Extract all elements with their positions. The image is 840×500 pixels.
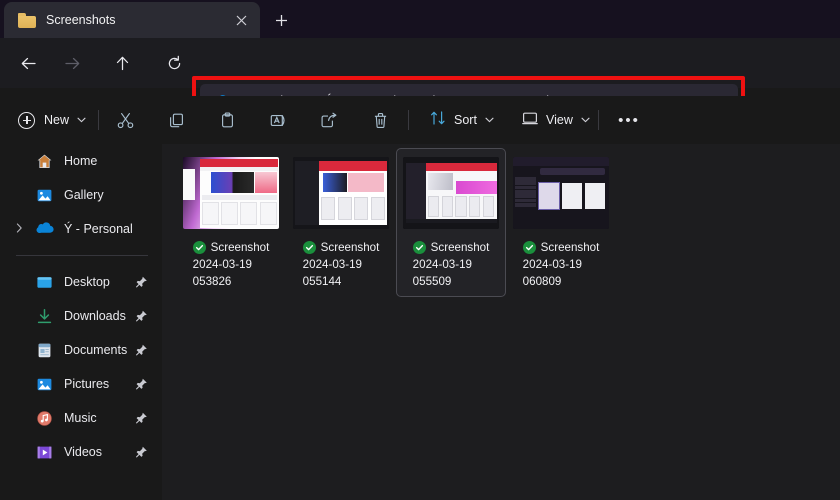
sync-status-icon <box>192 241 206 254</box>
file-name: Screenshot 2024-03-19 055509 <box>412 239 489 290</box>
plus-icon <box>18 111 35 129</box>
pin-icon[interactable] <box>135 344 148 357</box>
folder-icon <box>18 12 36 28</box>
more-options-button[interactable]: ••• <box>613 106 645 134</box>
view-label: View <box>546 113 573 127</box>
file-name-line: 2024-03-19 <box>302 258 362 271</box>
videos-icon <box>36 444 53 461</box>
sidebar-item-downloads[interactable]: Downloads <box>6 299 156 333</box>
up-arrow-icon[interactable] <box>108 49 136 77</box>
file-tile[interactable]: Screenshot 2024-03-19 053826 <box>176 148 286 297</box>
navigation-bar: OneDrive › Ý - Personal › Pictures › Scr… <box>0 38 840 125</box>
sidebar-label: Ý - Personal <box>64 222 133 236</box>
view-icon <box>522 110 538 131</box>
new-tab-button[interactable] <box>268 7 294 33</box>
view-button[interactable]: View <box>515 106 597 134</box>
close-icon[interactable] <box>230 9 252 31</box>
copy-icon[interactable] <box>161 106 191 134</box>
chevron-down-icon <box>77 115 86 125</box>
sort-button[interactable]: Sort <box>423 106 501 134</box>
file-name-line: 055509 <box>412 275 452 288</box>
refresh-icon[interactable] <box>160 49 188 77</box>
cut-icon[interactable] <box>110 106 140 134</box>
pin-icon[interactable] <box>135 378 148 391</box>
forward-arrow-icon <box>58 49 86 77</box>
documents-icon <box>36 342 53 359</box>
share-icon[interactable] <box>314 106 344 134</box>
sidebar-label: Downloads <box>64 309 126 323</box>
file-name: Screenshot 2024-03-19 055144 <box>302 239 379 290</box>
tab-label: Screenshots <box>46 13 116 27</box>
file-explorer-window: Screenshots New Sort View ••• Home Galle… <box>0 0 840 500</box>
toolbar-divider <box>598 110 599 130</box>
sidebar-item-personal[interactable]: Ý - Personal <box>6 212 156 246</box>
sync-status-icon <box>522 241 536 254</box>
toolbar-divider <box>408 110 409 130</box>
back-arrow-icon[interactable] <box>14 49 42 77</box>
title-bar: Screenshots <box>0 0 840 38</box>
sync-status-icon <box>412 241 426 254</box>
gallery-icon <box>36 187 53 204</box>
sidebar-label: Documents <box>64 343 128 357</box>
file-thumbnail <box>403 157 499 229</box>
tab-screenshots[interactable]: Screenshots <box>4 2 260 38</box>
file-list-area[interactable]: Screenshot 2024-03-19 053826 Screenshot … <box>162 144 840 500</box>
sidebar-item-desktop[interactable]: Desktop <box>6 265 156 299</box>
chevron-down-icon <box>485 115 494 125</box>
sidebar-item-home[interactable]: Home <box>6 144 156 178</box>
downloads-icon <box>36 308 53 325</box>
rename-icon[interactable] <box>263 106 293 134</box>
sidebar-label: Videos <box>64 445 102 459</box>
sync-status-icon <box>302 241 316 254</box>
music-icon <box>36 410 53 427</box>
file-thumbnail <box>183 157 279 229</box>
chevron-down-icon <box>581 115 590 125</box>
onedrive-cloud-icon <box>36 221 54 238</box>
sidebar-item-music[interactable]: Music <box>6 401 156 435</box>
file-name-line: 2024-03-19 <box>522 258 582 271</box>
home-icon <box>36 153 53 170</box>
paste-icon[interactable] <box>212 106 242 134</box>
pin-icon[interactable] <box>135 310 148 323</box>
file-tile[interactable]: Screenshot 2024-03-19 060809 <box>506 148 616 297</box>
file-thumbnail <box>513 157 609 229</box>
sort-label: Sort <box>454 113 477 127</box>
pin-icon[interactable] <box>135 412 148 425</box>
file-name-line: 053826 <box>192 275 232 288</box>
delete-icon[interactable] <box>365 106 395 134</box>
file-name-line: 060809 <box>522 275 562 288</box>
file-name-line: 2024-03-19 <box>192 258 252 271</box>
sidebar-divider <box>16 255 148 256</box>
sidebar-item-pictures[interactable]: Pictures <box>6 367 156 401</box>
file-name: Screenshot 2024-03-19 060809 <box>522 239 599 290</box>
sidebar-label: Pictures <box>64 377 110 391</box>
sidebar-item-videos[interactable]: Videos <box>6 435 156 469</box>
file-grid: Screenshot 2024-03-19 053826 Screenshot … <box>176 148 616 297</box>
chevron-right-icon[interactable] <box>16 223 23 235</box>
sidebar-label: Desktop <box>64 275 110 289</box>
sidebar-label: Gallery <box>64 188 104 202</box>
file-tile-selected[interactable]: Screenshot 2024-03-19 055509 <box>396 148 506 297</box>
sidebar-item-documents[interactable]: Documents <box>6 333 156 367</box>
pin-icon[interactable] <box>135 446 148 459</box>
sidebar: Home Gallery Ý - Personal Desktop Downlo… <box>0 144 162 500</box>
sidebar-label: Music <box>64 411 97 425</box>
command-bar: New Sort View ••• <box>0 96 840 144</box>
file-name-line: 2024-03-19 <box>412 258 472 271</box>
file-name: Screenshot 2024-03-19 053826 <box>192 239 269 290</box>
file-thumbnail <box>293 157 389 229</box>
sidebar-item-gallery[interactable]: Gallery <box>6 178 156 212</box>
file-tile[interactable]: Screenshot 2024-03-19 055144 <box>286 148 396 297</box>
pin-icon[interactable] <box>135 276 148 289</box>
sort-icon <box>430 110 446 131</box>
sidebar-label: Home <box>64 154 98 168</box>
file-name-line: 055144 <box>302 275 342 288</box>
new-button-label: New <box>44 113 70 127</box>
pictures-icon <box>36 376 53 393</box>
desktop-icon <box>36 274 53 291</box>
toolbar-divider <box>98 110 99 130</box>
new-button[interactable]: New <box>10 106 94 134</box>
